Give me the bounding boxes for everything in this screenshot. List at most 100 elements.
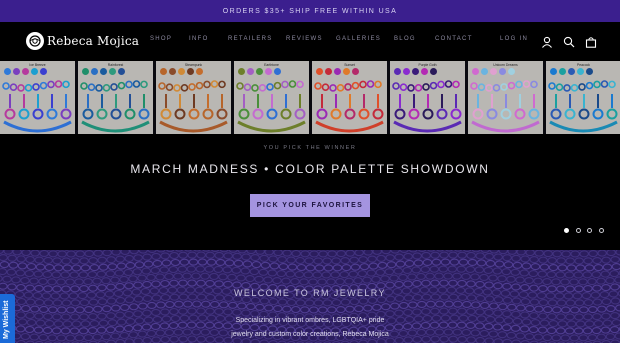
color-swatch <box>40 68 47 75</box>
palette-swatches <box>472 68 517 75</box>
color-swatch <box>187 68 194 75</box>
welcome-body-line-1: Specializing in vibrant ombres, LGBTQIA+… <box>235 317 385 324</box>
color-swatch <box>22 68 29 75</box>
jewelry-photo <box>2 80 72 133</box>
color-swatch <box>352 68 359 75</box>
palette-swatches <box>316 68 361 75</box>
color-swatch <box>13 68 20 75</box>
color-swatch <box>247 68 254 75</box>
palette-label: Unicorn Dreams <box>493 63 518 67</box>
slider-dots <box>564 228 610 233</box>
welcome-body-line-2: jewelry and custom color creations, Rebe… <box>231 331 389 338</box>
palette-label: Steampunk <box>184 63 203 67</box>
palette-slide[interactable]: Steampunk <box>156 61 231 134</box>
welcome-body: Specializing in vibrant ombres, LGBTQIA+… <box>200 314 420 342</box>
color-swatch <box>256 68 263 75</box>
palette-label: Purple Goth <box>418 63 437 67</box>
color-swatch <box>430 68 437 75</box>
color-swatch <box>343 68 350 75</box>
logo-mark-icon <box>26 32 44 50</box>
jewelry-photo <box>548 80 618 133</box>
color-swatch <box>421 68 428 75</box>
color-swatch <box>577 68 584 75</box>
color-swatch <box>490 68 497 75</box>
color-swatch <box>265 68 272 75</box>
jewelry-photo <box>314 80 384 133</box>
cart-icon[interactable] <box>585 35 597 48</box>
jewelry-photo <box>80 80 150 133</box>
palette-slide[interactable]: Sunset <box>312 61 387 134</box>
color-swatch <box>568 68 575 75</box>
palette-label: Peacock <box>576 63 590 67</box>
color-swatch <box>334 68 341 75</box>
palette-slide[interactable]: Earthtone <box>234 61 309 134</box>
color-swatch <box>91 68 98 75</box>
palette-slide[interactable]: Rainforest <box>78 61 153 134</box>
brand-logo[interactable]: Rebeca Mojica <box>26 31 139 51</box>
color-swatch <box>274 68 281 75</box>
nav-login[interactable]: LOG IN <box>500 36 528 42</box>
palette-slide[interactable]: Ice Breeze <box>0 61 75 134</box>
color-swatch <box>472 68 479 75</box>
color-swatch <box>118 68 125 75</box>
color-swatch <box>4 68 11 75</box>
jewelry-photo <box>236 80 306 133</box>
search-icon[interactable] <box>563 35 575 48</box>
nav-blog[interactable]: BLOG <box>394 36 416 42</box>
color-swatch <box>196 68 203 75</box>
palette-swatches <box>4 68 49 75</box>
color-swatch <box>31 68 38 75</box>
account-icon[interactable] <box>541 35 553 48</box>
color-swatch <box>394 68 401 75</box>
hero-kicker: YOU PICK THE WINNER <box>263 145 357 151</box>
color-swatch <box>403 68 410 75</box>
palette-swatches <box>160 68 205 75</box>
hero-section: YOU PICK THE WINNER MARCH MADNESS • COLO… <box>0 134 620 250</box>
nav-reviews[interactable]: REVIEWS <box>286 36 323 42</box>
palette-label: Earthtone <box>264 63 279 67</box>
slider-dot[interactable] <box>575 228 581 233</box>
palette-slides: Ice Breeze Rainforest Steampunk Earthtone Su… <box>0 61 620 134</box>
palette-slide[interactable]: Purple Goth <box>390 61 465 134</box>
palette-swatches <box>238 68 283 75</box>
nav-contact[interactable]: CONTACT <box>435 36 473 42</box>
pick-favorites-button[interactable]: PICK YOUR FAVORITES <box>250 194 370 217</box>
jewelry-photo <box>470 80 540 133</box>
brand-name: Rebeca Mojica <box>47 34 140 48</box>
welcome-title: WELCOME TO RM JEWELRY <box>234 288 386 298</box>
color-swatch <box>559 68 566 75</box>
palette-label: Ice Breeze <box>29 63 46 67</box>
palette-label: Rainforest <box>107 63 124 67</box>
color-swatch <box>100 68 107 75</box>
wishlist-tab[interactable]: My Wishlist <box>0 294 15 343</box>
palette-swatches <box>550 68 595 75</box>
slider-dot[interactable] <box>598 228 604 233</box>
slider-dot[interactable] <box>564 228 569 233</box>
welcome-section: WELCOME TO RM JEWELRY Specializing in vi… <box>0 250 620 343</box>
nav-shop[interactable]: SHOP <box>150 36 172 42</box>
color-swatch <box>586 68 593 75</box>
color-swatch <box>238 68 245 75</box>
announcement-text: ORDERS $35+ SHIP FREE WITHIN USA <box>222 7 398 15</box>
color-swatch <box>316 68 323 75</box>
slider-dot[interactable] <box>587 228 592 233</box>
nav-retailers[interactable]: RETAILERS <box>228 36 273 42</box>
site-header: Rebeca Mojica SHOP INFO RETAILERS REVIEW… <box>0 22 620 60</box>
color-swatch <box>481 68 488 75</box>
color-swatch <box>412 68 419 75</box>
wishlist-label: My Wishlist <box>3 300 10 339</box>
announcement-bar: ORDERS $35+ SHIP FREE WITHIN USA <box>0 0 620 22</box>
jewelry-photo <box>158 80 228 133</box>
palette-slide[interactable]: Unicorn Dreams <box>468 61 543 134</box>
hero-title: MARCH MADNESS • COLOR PALETTE SHOWDOWN <box>130 162 490 176</box>
color-swatch <box>178 68 185 75</box>
nav-galleries[interactable]: GALLERIES <box>336 36 381 42</box>
palette-swatches <box>394 68 439 75</box>
palette-label: Sunset <box>344 63 355 67</box>
palette-slide[interactable]: Peacock <box>546 61 620 134</box>
palette-swatches <box>82 68 127 75</box>
color-swatch <box>508 68 515 75</box>
nav-info[interactable]: INFO <box>189 36 209 42</box>
color-swatch <box>499 68 506 75</box>
color-swatch <box>169 68 176 75</box>
